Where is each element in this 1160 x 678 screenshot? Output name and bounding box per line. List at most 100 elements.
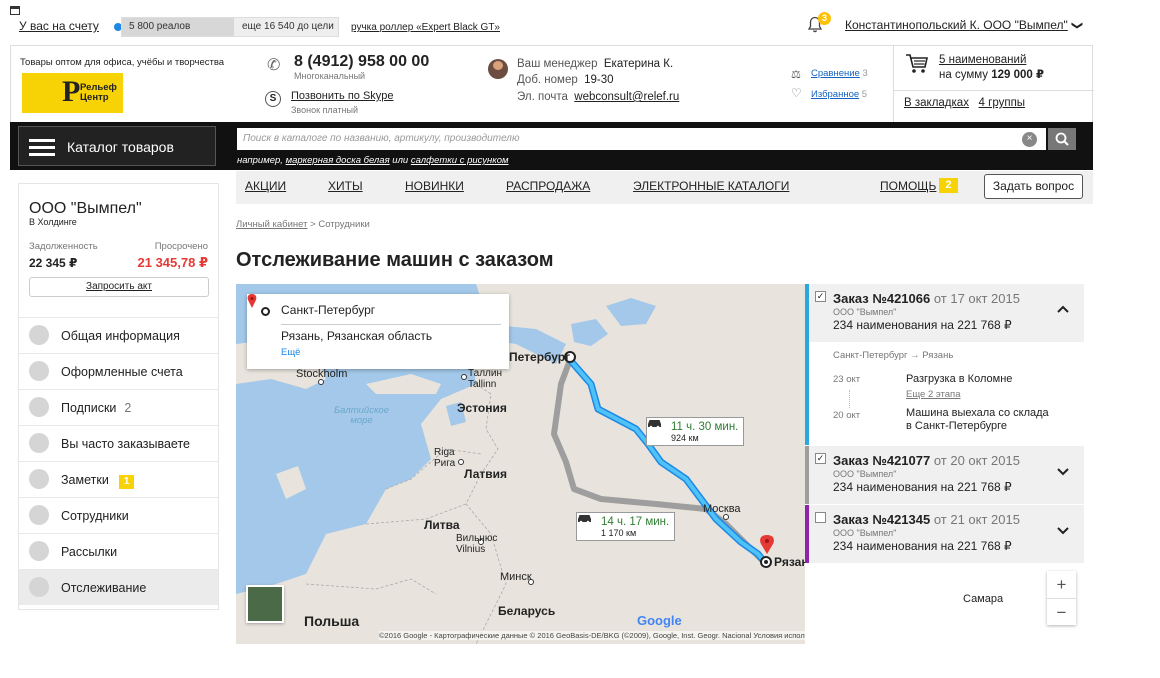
order-card[interactable]: ✓ Заказ №421077 от 20 окт 2015 ООО "Вымп… [805,446,1084,504]
search-placeholder: Поиск в каталоге по названию, артикулу, … [243,133,520,144]
chevron-down-icon[interactable]: ❯ [1071,21,1084,30]
clear-icon[interactable]: × [1022,132,1037,147]
cart-summary[interactable]: 5 наименований на сумму 129 000 ₽ В закл… [893,46,1094,123]
catalog-button[interactable]: Каталог товаров [18,126,216,166]
tracking-map[interactable]: Петербург Stockholm Таллин Tallinn Эстони… [236,284,805,644]
city-label-ryazan: Рязань [774,555,805,569]
city-label-riga: Riga Рига [434,447,456,469]
route-primary-info[interactable]: 11 ч. 30 мин. 924 км [646,417,745,446]
menu-item-icon [29,505,49,525]
city-label-spb: Петербург [509,350,571,364]
order-card[interactable]: Заказ №421345 от 21 окт 2015 ООО "Вымпел… [805,505,1084,563]
bookmarks-link[interactable]: В закладках [904,97,969,109]
order-org: ООО "Вымпел" [833,528,897,538]
sidebar-item[interactable]: Оформленные счета [19,353,218,389]
request-act-button[interactable]: Запросить акт [29,277,209,297]
search-example-2[interactable]: салфетки с рисунком [411,155,509,166]
sidebar-item[interactable]: Заметки 1 [19,461,218,497]
chevron-down-icon[interactable] [1056,466,1070,476]
chevron-up-icon[interactable] [1056,304,1070,314]
search-button[interactable] [1048,128,1076,150]
compare-icon: ⚖ [791,69,801,81]
menu-item-icon [29,541,49,561]
cart-items-link[interactable]: 5 наименований [939,54,1026,66]
sidebar-item[interactable]: Отслеживание [19,569,218,605]
company-name: ООО "Вымпел" [29,200,142,217]
search-examples: например, маркерная доска белая или салф… [237,155,509,166]
window-icon [10,6,20,15]
route-more-link[interactable]: Ещё [281,347,300,358]
order-event-text: Разгрузка в Коломне [906,373,1013,385]
order-header[interactable]: Заказ №421345 от 21 окт 2015 ООО "Вымпел… [809,505,1084,563]
catalog-search-bar: Каталог товаров Поиск в каталоге по назв… [10,122,1093,170]
country-label-belarus: Беларусь [498,604,556,618]
sidebar-item-badge: 1 [118,475,135,489]
sidebar-item[interactable]: Сотрудники [19,497,218,533]
order-org: ООО "Вымпел" [833,469,897,479]
map-pin-icon [247,294,257,308]
company-logo[interactable]: Р Рельеф Центр [22,73,123,113]
route-summary-box: Санкт-Петербург Рязань, Рязанская област… [247,294,509,369]
bonus-goal-link[interactable]: ручка роллер «Expert Black GT» [351,22,500,33]
ask-question-button[interactable]: Задать вопрос [984,174,1083,199]
breadcrumb-current: Сотрудники [318,219,370,230]
chevron-down-icon[interactable] [1056,525,1070,535]
nav-link-clearance[interactable]: РАСПРОДАЖА [506,179,590,193]
order-checkbox[interactable] [815,512,826,523]
city-label-moscow: Москва [703,503,741,515]
order-event-date: 23 окт [833,374,861,385]
order-details: Санкт-Петербург → Рязань 23 окт Разгрузк… [809,342,1084,444]
order-header[interactable]: ✓ Заказ №421066 от 17 окт 2015 ООО "Вымп… [809,284,1084,342]
sidebar-item[interactable]: Подписки 2 [19,389,218,425]
nav-link-catalogs[interactable]: ЭЛЕКТРОННЫЕ КАТАЛОГИ [633,179,789,193]
google-logo: Google [637,613,682,628]
manager-email-link[interactable]: webconsult@relef.ru [574,91,679,103]
search-input[interactable]: Поиск в каталоге по названию, артикулу, … [237,128,1046,150]
order-header[interactable]: ✓ Заказ №421077 от 20 окт 2015 ООО "Вымп… [809,446,1084,504]
route-alt-info[interactable]: 14 ч. 17 мин. 1 170 км [576,512,676,541]
skype-call-link[interactable]: Позвонить по Skype [291,90,394,102]
favorites-link[interactable]: Избранное 5 [811,89,867,100]
site-tagline: Товары оптом для офиса, учёбы и творчест… [20,57,225,68]
nav-link-sales[interactable]: АКЦИИ [245,179,286,193]
order-list: ✓ Заказ №421066 от 17 окт 2015 ООО "Вымп… [805,284,1084,644]
route-origin: Санкт-Петербург [281,303,376,317]
satellite-toggle[interactable] [246,585,284,623]
cart-total: на сумму 129 000 ₽ [939,69,1044,81]
origin-icon [261,307,270,316]
cart-divider [894,90,1094,91]
nav-link-hits[interactable]: ХИТЫ [328,179,363,193]
sidebar-item-label: Общая информация [61,329,180,343]
order-route: Санкт-Петербург → Рязань [833,350,954,361]
sidebar-item[interactable]: Рассылки [19,533,218,569]
bookmark-groups-link[interactable]: 4 группы [979,97,1026,109]
manager-name-row: Ваш менеджер Екатерина К. [517,58,674,70]
order-checkbox[interactable]: ✓ [815,453,826,464]
sea-label-baltic: Балтийское море [334,405,390,426]
nav-link-help[interactable]: ПОМОЩЬ [880,179,936,193]
sidebar-item-label: Оформленные счета [61,365,183,379]
route-alt-time: 14 ч. 17 мин. [601,516,670,528]
user-account-link[interactable]: Константинопольский К. ООО "Вымпел" [845,18,1068,32]
account-balance-link[interactable]: У вас на счету [19,19,99,33]
order-more-stages-link[interactable]: Еще 2 этапа [906,389,961,400]
bonus-progress-bar: 5 800 реалов еще 16 540 до цели [121,17,339,37]
phone-number[interactable]: 8 (4912) 958 00 00 [294,53,429,71]
sidebar-item[interactable]: Вы часто заказываете [19,425,218,461]
timeline-dots [849,390,850,408]
page-title: Отслеживание машин с заказом [236,249,554,271]
sidebar-item-label: Рассылки [61,545,118,559]
nav-link-new[interactable]: НОВИНКИ [405,179,464,193]
bonus-progress-remaining: еще 16 540 до цели [242,21,334,32]
sidebar-item[interactable]: Общая информация [19,317,218,353]
compare-link[interactable]: Сравнение 3 [811,68,868,79]
top-bar: У вас на счету 5 800 реалов еще 16 540 д… [10,0,1150,45]
order-checkbox[interactable]: ✓ [815,291,826,302]
menu-item-icon [29,469,49,489]
overdue-label: Просрочено [154,241,208,252]
skype-caption: Звонок платный [291,105,359,115]
breadcrumb-root[interactable]: Личный кабинет [236,219,307,230]
order-card[interactable]: ✓ Заказ №421066 от 17 окт 2015 ООО "Вымп… [805,284,1084,445]
search-example-1[interactable]: маркерная доска белая [286,155,390,166]
route-primary-distance: 924 км [671,433,699,443]
